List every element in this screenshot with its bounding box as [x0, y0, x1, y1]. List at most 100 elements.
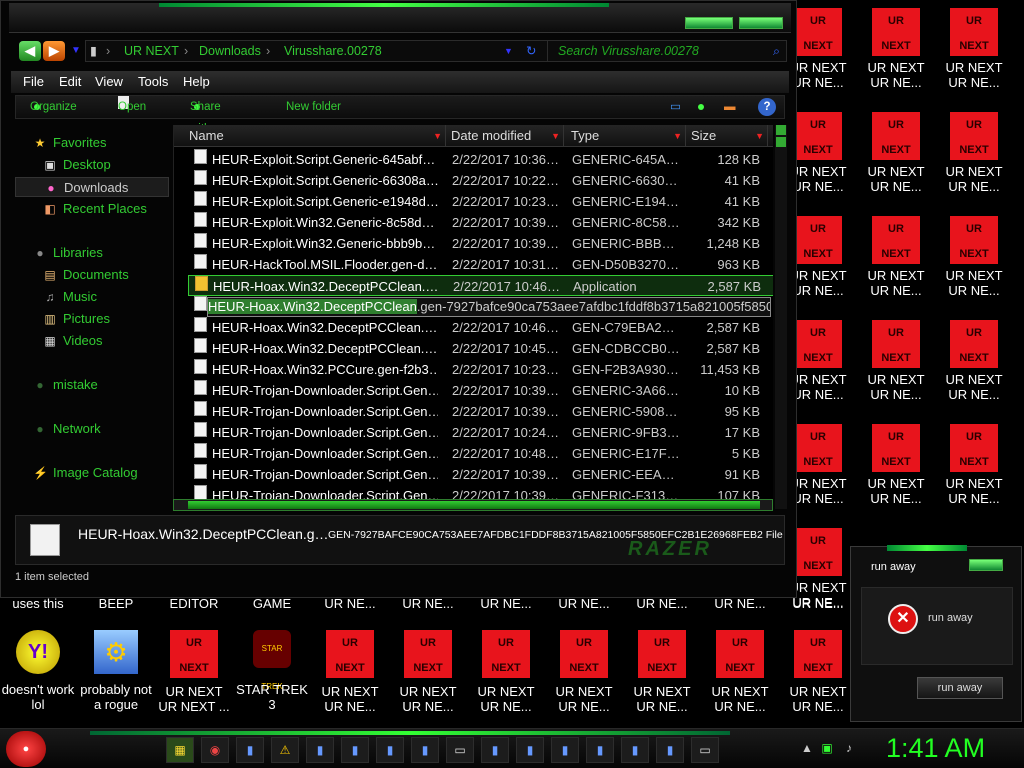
table-row[interactable]: HEUR-Trojan-Downloader.Script.Gen… 2/22/2… [188, 464, 773, 485]
menu-view[interactable]: View [95, 71, 123, 93]
column-header-type[interactable]: Type ▼ [566, 125, 686, 147]
scroll-up-arrow-icon[interactable] [776, 125, 786, 135]
scrollbar-thumb[interactable] [188, 501, 760, 509]
chevron-down-icon[interactable]: ▼ [755, 125, 764, 147]
table-row[interactable]: HEUR-Hoax.Win32.PCCure.gen-f2b3… 2/22/201… [188, 359, 773, 380]
refresh-icon[interactable]: ↻ [526, 41, 536, 61]
menu-edit[interactable]: Edit [59, 71, 81, 93]
table-row[interactable]: HEUR-Hoax.Win32.DeceptPCClean.… 2/22/2017… [188, 338, 773, 359]
sidebar-item-mistake[interactable]: ● mistake [33, 375, 97, 395]
taskbar-button[interactable]: ▮ [341, 737, 369, 763]
chevron-down-icon[interactable]: ▼ [433, 125, 442, 147]
sidebar-item-libraries[interactable]: ● Libraries [33, 243, 102, 263]
table-row[interactable]: HEUR-Trojan-Downloader.Script.Gen… 2/22/2… [188, 380, 773, 401]
desktop-icon-ur-next[interactable]: UR NEXT UR NEXT UR NE... [858, 320, 934, 402]
menu-file[interactable]: File [23, 71, 44, 93]
column-header-name[interactable]: Name ▼ [184, 125, 446, 147]
window-titlebar[interactable] [9, 3, 791, 33]
sidebar-item-image-catalog[interactable]: ⚡ Image Catalog [33, 463, 138, 483]
menu-help[interactable]: Help [183, 71, 210, 93]
desktop-icon[interactable]: UR NEXT UR NEXT UR NE... [624, 630, 700, 714]
sidebar-item-music[interactable]: ♫ Music [43, 287, 97, 307]
taskbar-button[interactable]: ▮ [236, 737, 264, 763]
sidebar-item-documents[interactable]: ▤ Documents [43, 265, 128, 285]
table-row[interactable]: HEUR-Hoax.Win32.DeceptPCClean.… 2/22/2017… [188, 317, 773, 338]
recent-pages-chevron-icon[interactable]: ▼ [71, 45, 81, 56]
taskbar-button[interactable]: ▮ [376, 737, 404, 763]
taskbar-button[interactable]: ▮ [621, 737, 649, 763]
desktop-icon-ur-next[interactable]: UR NEXT UR NEXT UR NE... [858, 8, 934, 90]
table-row[interactable]: HEUR-Exploit.Script.Generic-66308a… 2/22/… [188, 170, 773, 191]
desktop-icon[interactable]: UR NEXT UR NEXT UR NEXT ... [156, 630, 232, 714]
menu-tools[interactable]: Tools [138, 71, 168, 93]
table-row[interactable]: HEUR-Trojan-Downloader.Script.Gen… 2/22/2… [188, 443, 773, 464]
close-button[interactable] [739, 17, 783, 29]
table-row[interactable]: HEUR-HackTool.MSIL.Flooder.gen-d… 2/22/20… [188, 254, 773, 275]
desktop-icon[interactable]: UR NEXT UR NEXT UR NE... [546, 630, 622, 714]
desktop-icon[interactable]: UR NEXT UR NEXT UR NE... [702, 630, 778, 714]
sidebar-item-videos[interactable]: ▦ Videos [43, 331, 102, 351]
minimize-button[interactable] [685, 17, 733, 29]
desktop-icon[interactable]: UR NEXT UR NEXT UR NE... [390, 630, 466, 714]
taskbar-button[interactable]: ▭ [691, 737, 719, 763]
sidebar-item-pictures[interactable]: ▥ Pictures [43, 309, 110, 329]
table-row[interactable]: HEUR-Exploit.Script.Generic-e1948d… 2/22/… [188, 191, 773, 212]
desktop-icon-ur-next[interactable]: UR NEXT UR NEXT UR NE... [858, 112, 934, 194]
volume-icon[interactable]: ♪ [842, 741, 856, 755]
desktop-icon-ur-next[interactable]: UR NEXT UR NEXT UR NE... [936, 216, 1012, 298]
desktop-icon-ur-next[interactable]: UR NEXT UR NEXT UR NE... [858, 424, 934, 506]
horizontal-scrollbar[interactable] [173, 499, 773, 511]
column-header-size[interactable]: Size ▼ [686, 125, 768, 147]
table-row[interactable]: HEUR-Exploit.Script.Generic-645abf… 2/22/… [188, 149, 773, 170]
chevron-down-icon[interactable]: ▼ [504, 41, 513, 61]
start-button[interactable]: ● [6, 731, 46, 767]
sidebar-item-network[interactable]: ● Network [33, 419, 100, 439]
taskbar-button[interactable]: ▦ [166, 737, 194, 763]
table-row[interactable]: HEUR-Hoax.Win32.DeceptPCClean.… 2/22/2017… [188, 275, 773, 296]
back-arrow-icon[interactable]: ◀ [19, 41, 41, 61]
scroll-thumb[interactable] [776, 137, 786, 147]
sidebar-item-downloads[interactable]: ● Downloads [15, 177, 169, 197]
preview-pane-icon[interactable]: ▬ [724, 96, 736, 118]
desktop-icon[interactable]: ⚙ probably not a rogue [78, 630, 154, 712]
breadcrumb-virusshare[interactable]: Virusshare.00278 [284, 41, 382, 61]
forward-arrow-icon[interactable]: ▶ [43, 41, 65, 61]
view-options-icon[interactable]: ▭ [670, 96, 681, 118]
taskbar-button[interactable]: ▮ [586, 737, 614, 763]
breadcrumb-downloads[interactable]: Downloads [199, 41, 261, 61]
show-hidden-icons-icon[interactable]: ▲ [800, 741, 814, 755]
taskbar-button[interactable]: ▮ [516, 737, 544, 763]
dialog-ok-button[interactable]: run away [917, 677, 1003, 699]
table-row[interactable]: HEUR-Trojan-Downloader.Script.Gen… 2/22/2… [188, 401, 773, 422]
desktop-icon[interactable]: UR NEXT UR NEXT UR NE... [312, 630, 388, 714]
desktop-icon-ur-next[interactable]: UR NEXT UR NEXT UR NE... [936, 320, 1012, 402]
taskbar-button[interactable]: ▮ [411, 737, 439, 763]
chevron-down-icon[interactable]: ▼ [551, 125, 560, 147]
desktop-icon[interactable]: Y! doesn't work lol [0, 630, 76, 712]
taskbar-button[interactable]: ◉ [201, 737, 229, 763]
taskbar-button[interactable]: ▮ [306, 737, 334, 763]
dialog-close-button[interactable] [969, 559, 1003, 571]
desktop-icon-ur-next[interactable]: UR NEXT UR NEXT UR NE... [858, 216, 934, 298]
sidebar-item-recent-places[interactable]: ◧ Recent Places [43, 199, 147, 219]
column-header-date[interactable]: Date modified ▼ [446, 125, 564, 147]
search-input[interactable]: Search Virusshare.00278 ⌕ [547, 40, 787, 62]
view-dropdown-icon[interactable] [694, 96, 704, 118]
new-folder-button[interactable]: New folder [286, 96, 341, 118]
chevron-down-icon[interactable]: ▼ [673, 125, 682, 147]
desktop-icon-ur-next[interactable]: UR NEXT UR NEXT UR NE... [936, 8, 1012, 90]
rename-textbox[interactable]: HEUR-Hoax.Win32.DeceptPCClean.gen-7927ba… [207, 297, 771, 317]
desktop-icon-ur-next[interactable]: UR NEXT UR NEXT UR NE... [936, 112, 1012, 194]
sidebar-item-favorites[interactable]: ★ Favorites [33, 133, 107, 153]
taskbar-button[interactable]: ▮ [656, 737, 684, 763]
breadcrumb-ur-next[interactable]: UR NEXT [124, 41, 179, 61]
desktop-icon[interactable]: UR NEXT UR NEXT UR NE... [468, 630, 544, 714]
vertical-scrollbar[interactable] [775, 125, 787, 509]
sidebar-item-desktop[interactable]: ▣ Desktop [43, 155, 110, 175]
taskbar-button[interactable]: ⚠ [271, 737, 299, 763]
breadcrumb[interactable]: ▮ › UR NEXT › Downloads › Virusshare.002… [85, 40, 555, 62]
table-row[interactable]: HEUR-Trojan-Downloader.Script.Gen… 2/22/2… [188, 422, 773, 443]
taskbar-button[interactable]: ▮ [551, 737, 579, 763]
table-row[interactable]: HEUR-Exploit.Win32.Generic-8c58d… 2/22/20… [188, 212, 773, 233]
table-row[interactable]: HEUR-Exploit.Win32.Generic-bbb9b… 2/22/20… [188, 233, 773, 254]
